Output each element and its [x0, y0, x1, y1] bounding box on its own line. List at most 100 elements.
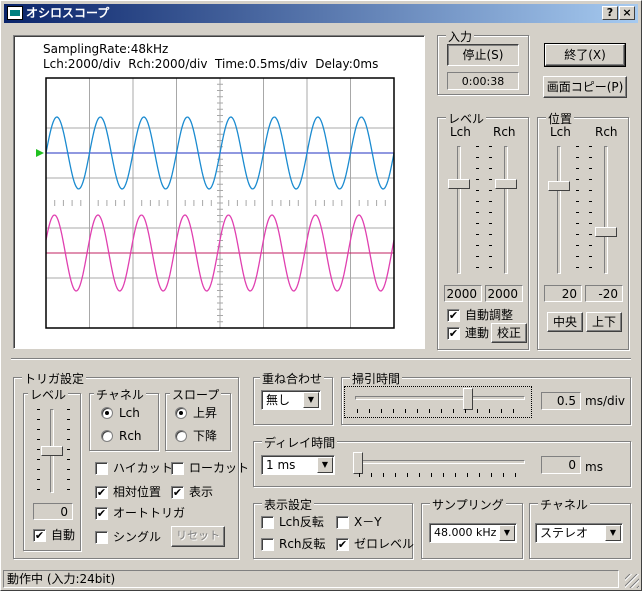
trigger-level-marker: [36, 149, 44, 157]
link-checkbox[interactable]: ✔ 連動: [447, 326, 489, 341]
trigger-level-ticks-right: [67, 409, 70, 493]
chevron-down-icon: ▼: [499, 525, 515, 541]
slope-down-radio[interactable]: 下降: [175, 429, 217, 444]
sweep-group-label: 掃引時間: [350, 370, 403, 387]
xy-checkbox[interactable]: X－Y: [336, 515, 382, 530]
up-down-button[interactable]: 上下: [586, 312, 622, 332]
show-checkbox[interactable]: ✔ 表示: [171, 485, 213, 500]
level-rch-slider[interactable]: [495, 179, 517, 189]
position-rch-track: [604, 146, 608, 274]
overlay-select[interactable]: 無し ▼: [261, 390, 321, 410]
single-label: シングル: [113, 530, 162, 544]
trigger-rch-radio-dot: [101, 430, 113, 442]
link-check-icon: ✔: [447, 327, 460, 340]
chevron-down-icon: ▼: [317, 457, 333, 473]
trigger-auto-checkbox[interactable]: ✔ 自動: [33, 528, 75, 543]
help-button[interactable]: ?: [602, 6, 618, 20]
delay-value: 0: [541, 456, 581, 474]
title-bar[interactable]: オシロスコープ ? ×: [4, 4, 638, 23]
window-title: オシロスコープ: [26, 6, 110, 20]
calibrate-button[interactable]: 校正: [491, 323, 527, 343]
lch-invert-label: Lch反転: [279, 515, 324, 529]
trigger-rch-radio[interactable]: Rch: [101, 429, 142, 444]
zero-level-check-icon: ✔: [336, 538, 349, 551]
relative-position-checkbox[interactable]: ✔ 相対位置: [95, 485, 161, 500]
xy-label: X－Y: [354, 515, 382, 529]
chevron-down-icon: ▼: [303, 392, 319, 408]
level-lch-value: 2000: [444, 285, 482, 302]
level-rch-value: 2000: [485, 285, 523, 302]
sweep-value: 0.5: [541, 392, 581, 410]
highcut-label: ハイカット: [113, 461, 173, 475]
trigger-level-ticks-left: [37, 409, 40, 493]
level-rch-label: Rch: [493, 125, 516, 139]
single-checkbox[interactable]: シングル: [95, 530, 161, 545]
status-bar: 動作中 (入力:24bit): [3, 570, 619, 588]
overlay-group-label: 重ね合わせ: [260, 370, 325, 387]
sweep-unit: ms/div: [585, 394, 626, 408]
close-button[interactable]: ×: [619, 6, 635, 20]
show-label: 表示: [189, 485, 214, 499]
trigger-auto-check-icon: ✔: [33, 529, 46, 542]
slope-up-radio[interactable]: 上昇: [175, 406, 217, 421]
reset-button[interactable]: リセット: [171, 526, 225, 547]
lowcut-checkbox[interactable]: ローカット: [171, 461, 249, 476]
position-lch-label: Lch: [550, 125, 571, 139]
delay-slider[interactable]: [353, 452, 363, 474]
app-icon: [7, 6, 23, 20]
trigger-level-value: 0: [33, 503, 73, 520]
trigger-level-slider[interactable]: [41, 446, 63, 456]
channel-select[interactable]: ステレオ ▼: [535, 523, 623, 543]
chevron-down-icon: ▼: [605, 525, 621, 541]
level-lch-slider[interactable]: [448, 179, 470, 189]
elapsed-time: 0:00:38: [447, 72, 519, 90]
resize-grip-icon[interactable]: [625, 574, 639, 588]
sampling-value: 48.000 kHz: [434, 526, 497, 539]
position-rch-value: -20: [585, 285, 623, 302]
screen-copy-button[interactable]: 画面コピー(P): [543, 76, 627, 98]
single-check-icon: [95, 531, 108, 544]
slope-down-label: 下降: [193, 429, 218, 443]
center-button[interactable]: 中央: [547, 312, 583, 332]
rch-invert-check-icon: [261, 538, 274, 551]
delay-group-label: ディレイ時間: [262, 434, 338, 451]
delay-unit: ms: [585, 460, 603, 474]
input-group-label: 入力: [446, 28, 475, 45]
level-rch-ticks: [489, 146, 492, 274]
lch-invert-checkbox[interactable]: Lch反転: [261, 515, 324, 530]
delay-ticks: [359, 473, 525, 477]
lowcut-label: ローカット: [189, 461, 250, 475]
rch-invert-label: Rch反転: [279, 537, 326, 551]
autotrigger-checkbox[interactable]: ✔ オートトリガ: [95, 506, 185, 521]
scope-screen[interactable]: [14, 36, 424, 348]
trigger-lch-label: Lch: [119, 406, 140, 420]
autotrigger-label: オートトリガ: [113, 506, 186, 520]
position-rch-slider[interactable]: [595, 227, 617, 237]
auto-adjust-checkbox[interactable]: ✔ 自動調整: [447, 308, 513, 323]
level-lch-track: [457, 146, 461, 274]
zero-level-label: ゼロレベル: [354, 537, 415, 551]
sweep-slider[interactable]: [463, 388, 473, 410]
stop-button[interactable]: 停止(S): [447, 44, 519, 66]
channel-value: ステレオ: [540, 526, 589, 540]
trigger-auto-label: 自動: [51, 528, 76, 542]
show-check-icon: ✔: [171, 486, 184, 499]
separator: [11, 358, 631, 360]
rch-invert-checkbox[interactable]: Rch反転: [261, 537, 326, 552]
delay-range-select[interactable]: 1 ms ▼: [261, 455, 335, 475]
channel-group-label: チャネル: [538, 496, 590, 513]
trigger-channel-label: チャネル: [94, 386, 146, 403]
highcut-checkbox[interactable]: ハイカット: [95, 461, 173, 476]
exit-button[interactable]: 終了(X): [544, 43, 626, 67]
display-group-label: 表示設定: [262, 496, 315, 513]
slope-down-radio-dot: [175, 430, 187, 442]
zero-level-checkbox[interactable]: ✔ ゼロレベル: [336, 537, 414, 552]
highcut-check-icon: [95, 462, 108, 475]
relative-position-label: 相対位置: [113, 485, 162, 499]
position-lch-slider[interactable]: [548, 181, 570, 191]
status-text: 動作中 (入力:24bit): [7, 572, 116, 586]
sampling-select[interactable]: 48.000 kHz ▼: [429, 523, 517, 543]
autotrigger-check-icon: ✔: [95, 507, 108, 520]
relative-position-check-icon: ✔: [95, 486, 108, 499]
trigger-lch-radio[interactable]: Lch: [101, 406, 140, 421]
